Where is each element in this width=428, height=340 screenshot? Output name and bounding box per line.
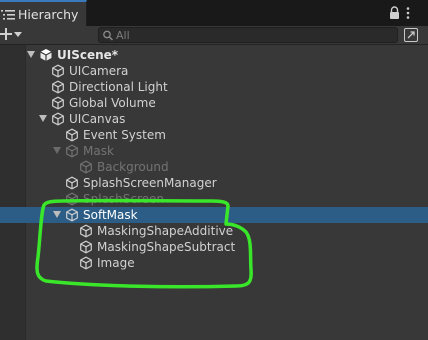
hierarchy-item[interactable]: Event System — [25, 127, 428, 143]
tree-gutter — [0, 45, 26, 340]
gameobject-cube-icon — [66, 208, 78, 222]
search-placeholder: All — [116, 29, 130, 42]
expand-arrow-icon[interactable] — [39, 115, 47, 122]
hierarchy-item-label: Image — [97, 256, 135, 270]
hierarchy-item-label: UICanvas — [69, 112, 126, 126]
hierarchy-item-label: SplashScreenManager — [83, 176, 217, 190]
tab-hierarchy[interactable]: Hierarchy — [0, 0, 87, 28]
hierarchy-item[interactable]: SplashScreenManager — [25, 175, 428, 191]
gameobject-cube-icon — [80, 160, 92, 174]
hierarchy-item[interactable]: SoftMask — [0, 207, 428, 223]
gameobject-cube-icon — [66, 128, 78, 142]
search-input[interactable]: All — [98, 27, 398, 43]
hierarchy-item[interactable]: UICanvas — [25, 111, 428, 127]
hierarchy-item-label: MaskingShapeSubtract — [97, 240, 236, 254]
gameobject-cube-icon — [52, 80, 64, 94]
expand-arrow-icon[interactable] — [27, 51, 35, 58]
scene-row[interactable]: UIScene* — [25, 47, 428, 63]
hierarchy-item[interactable]: Directional Light — [25, 79, 428, 95]
lock-icon[interactable] — [389, 6, 400, 20]
gameobject-cube-icon — [52, 64, 64, 78]
plus-icon[interactable] — [0, 28, 12, 40]
gameobject-cube-icon — [80, 256, 92, 270]
hierarchy-item[interactable]: Mask — [25, 143, 428, 159]
gameobject-cube-icon — [80, 240, 92, 254]
tab-label: Hierarchy — [18, 7, 79, 22]
search-icon — [103, 30, 114, 41]
hierarchy-item-label: MaskingShapeAdditive — [97, 224, 234, 238]
expand-arrow-icon[interactable] — [53, 211, 61, 218]
scene-filter-icon[interactable] — [404, 28, 418, 42]
unity-scene-icon — [40, 49, 52, 61]
hierarchy-item[interactable]: MaskingShapeSubtract — [25, 239, 428, 255]
hierarchy-item-label: UICamera — [69, 64, 129, 78]
hierarchy-toolbar: All — [0, 26, 428, 45]
gameobject-cube-icon — [52, 112, 64, 126]
tab-bar: Hierarchy — [0, 0, 428, 28]
hierarchy-item[interactable]: SplashScreen — [25, 191, 428, 207]
hierarchy-item[interactable]: Image — [25, 255, 428, 271]
gameobject-cube-icon — [80, 224, 92, 238]
hierarchy-item[interactable]: Background — [25, 159, 428, 175]
hierarchy-list-icon — [1, 10, 15, 20]
hierarchy-item-label: Directional Light — [69, 80, 168, 94]
gameobject-cube-icon — [52, 96, 64, 110]
hierarchy-item-label: SplashScreen — [83, 192, 165, 206]
kebab-menu-icon[interactable] — [406, 7, 410, 19]
gameobject-cube-icon — [66, 176, 78, 190]
hierarchy-item-label: Event System — [83, 128, 166, 142]
gameobject-cube-icon — [66, 192, 78, 206]
chevron-down-icon[interactable] — [14, 32, 22, 37]
hierarchy-tree[interactable]: UIScene* UICamera Directional Light Global… — [0, 45, 428, 340]
hierarchy-item[interactable]: MaskingShapeAdditive — [25, 223, 428, 239]
hierarchy-item-label: SoftMask — [83, 208, 138, 222]
scene-name: UIScene* — [57, 48, 119, 62]
hierarchy-item-label: Background — [97, 160, 169, 174]
hierarchy-item[interactable]: UICamera — [25, 63, 428, 79]
hierarchy-item[interactable]: Global Volume — [25, 95, 428, 111]
expand-arrow-icon[interactable] — [53, 147, 61, 154]
hierarchy-item-label: Mask — [83, 144, 114, 158]
hierarchy-item-label: Global Volume — [69, 96, 156, 110]
gameobject-cube-icon — [66, 144, 78, 158]
